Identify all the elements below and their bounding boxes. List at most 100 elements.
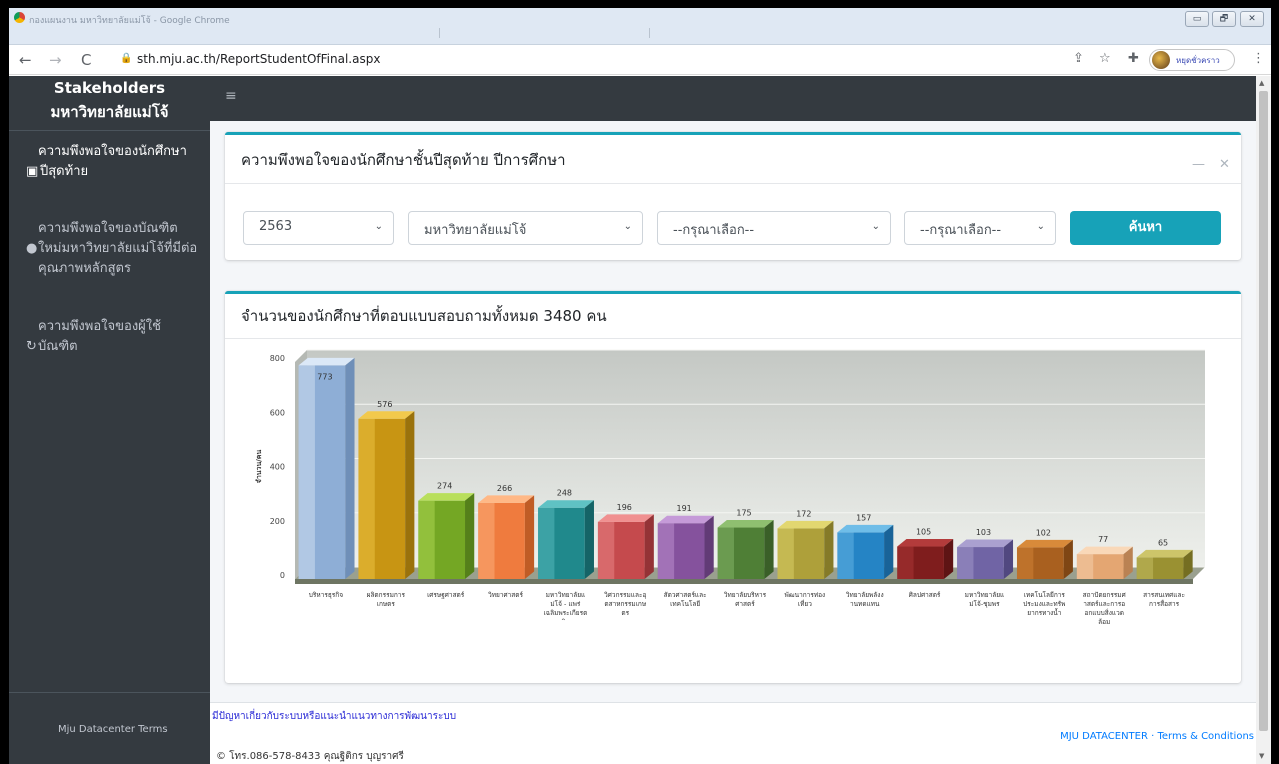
browser-menu-icon[interactable]: ⋮ [1252,51,1265,66]
reload-button[interactable]: C [81,51,91,69]
x-tick-label: เกษตร [377,600,396,608]
tab-separator [649,28,650,38]
bar-value-label: 77 [1098,535,1108,544]
maximize-window-button[interactable]: 🗗 [1212,11,1236,27]
bar-highlight [1136,557,1154,579]
share-icon[interactable]: ⇪ [1073,51,1084,66]
address-bar: ← → C 🔒 sth.mju.ac.th/ReportStudentOfFin… [9,46,1271,75]
avatar [1152,51,1170,69]
university-select[interactable]: มหาวิทยาลัยแม่โจ้ ⌄ [408,211,643,245]
filter-card-title: ความพึงพอใจของนักศึกษาชั้นปีสุดท้าย ปีกา… [241,151,566,169]
collapse-icon[interactable]: — [1192,157,1205,172]
filter-card: ความพึงพอใจของนักศึกษาชั้นปีสุดท้าย ปีกา… [225,132,1241,260]
x-tick-label: เศรษฐศาสตร์ [427,591,465,599]
sidebar-item-graduate-employers[interactable]: ความพึงพอใจของผู้ใช้ ↻ บัณฑิต [9,317,210,361]
x-tick-label: มหาวิทยาลัยแ [546,591,586,599]
x-tick-label: านทดแทน [850,600,880,608]
y-axis-label: จำนวน/คน [255,450,263,484]
x-tick-label: ผลิตกรรมการ [367,591,406,599]
tab-separator [439,28,440,38]
bar-highlight [777,528,794,579]
bar-highlight [478,502,495,579]
bar-top [957,539,1014,548]
chart-bar [358,411,415,579]
bar-highlight [418,500,435,579]
top-navbar: ≡ [210,76,1256,121]
chevron-down-icon: ⌄ [374,221,383,232]
close-window-button[interactable]: ✕ [1240,11,1264,27]
year-select[interactable]: 2563 ⌄ [243,211,394,245]
y-tick-label: 600 [270,408,285,417]
x-tick-label: เทคโนโลยี [670,600,700,608]
bar-highlight [897,546,914,579]
x-tick-label: ม่โจ้ - แพร่ [550,600,581,608]
chart-bar [418,493,475,579]
lock-icon[interactable]: 🔒 [120,53,132,64]
bar-side [345,357,355,579]
bar-top [777,520,834,529]
hamburger-menu-icon[interactable]: ≡ [225,88,237,104]
contact-text: © โทร.086-578-8433 คุณฐิติกร บุญราศรี [216,751,404,762]
scroll-up-icon[interactable]: ▲ [1259,79,1264,87]
bar-top [717,520,774,528]
sidebar-item-label: ปีสุดท้าย [40,164,89,179]
sidebar-footer-link[interactable]: Mju Datacenter Terms [58,724,168,735]
minimize-window-button[interactable]: ▭ [1185,11,1209,27]
x-tick-label: ตสาหกรรมเกษ [604,600,646,608]
y-tick-label: 200 [270,517,285,526]
chart-bar [777,520,834,579]
bar-top [298,357,355,366]
sidebar-item-final-year-students[interactable]: ความพึงพอใจของนักศึกษา ▣ ปีสุดท้าย [9,142,210,186]
feedback-link[interactable]: มีปัญหาเกี่ยวกับระบบหรือแนะนำแนวทางการพั… [212,709,456,724]
brand-logo[interactable]: Stakeholders มหาวิทยาลัยแม่โจ้ [9,76,210,131]
extensions-icon[interactable]: ✚ [1128,51,1139,66]
bar-value-label: 157 [856,513,871,522]
brand-line-1: Stakeholders [53,79,166,97]
x-tick-label: พัฒนาการท่อง [785,591,826,599]
profile-name: หยุดชั่วคราว [1176,56,1220,65]
bar-highlight [1076,554,1094,579]
x-tick-label: สถาปัตยกรรมศ [1083,591,1127,599]
x-tick-label: วิทยาลัยพลังง [845,591,883,599]
page-scrollbar[interactable]: ▲ ▼ [1256,76,1271,764]
bar-top [837,524,894,533]
x-tick-label: เทคโนโลยีการ [1024,591,1066,599]
scroll-down-icon[interactable]: ▼ [1259,752,1264,760]
forward-button[interactable]: → [49,51,62,69]
bar-top [657,515,714,524]
x-tick-label: เฉลิมพระเกียรต [543,609,587,617]
chrome-logo-icon [14,12,25,23]
chart-bar [1076,546,1133,579]
url-field[interactable]: sth.mju.ac.th/ReportStudentOfFinal.aspx [137,52,380,66]
x-tick-label: สารสนเทศและ [1143,591,1185,599]
close-icon[interactable]: ✕ [1219,157,1230,172]
x-tick-label: ศาสตร์ [735,600,755,608]
bookmark-star-icon[interactable]: ☆ [1099,51,1111,66]
faculty-select[interactable]: --กรุณาเลือก-- ⌄ [657,211,891,245]
bar-top [1136,549,1193,558]
profile-button[interactable]: หยุดชั่วคราว [1149,49,1235,71]
chart-bar [1136,549,1193,579]
bar-value-label: 105 [916,528,931,537]
scrollbar-thumb[interactable] [1259,91,1268,731]
chevron-down-icon: ⌄ [623,221,632,232]
bar-value-label: 172 [796,509,811,518]
sidebar-item-label: ใหม่มหาวิทยาลัยแม่โจ้ที่มีต่อ [38,241,198,256]
window-title: กองแผนงาน มหาวิทยาลัยแม่โจ้ - Google Chr… [29,16,230,26]
id-card-icon: ▣ [26,164,39,179]
browser-window: กองแผนงาน มหาวิทยาลัยแม่โจ้ - Google Chr… [9,8,1271,764]
back-button[interactable]: ← [19,51,32,69]
program-select[interactable]: --กรุณาเลือก-- ⌄ [904,211,1056,245]
sidebar: Stakeholders มหาวิทยาลัยแม่โจ้ ความพึงพอ… [9,76,210,764]
x-tick-label: มหาวิทยาลัยแ [965,591,1005,599]
x-tick-label: สัตวศาสตร์และ [664,591,707,599]
footer-links[interactable]: MJU DATACENTER · Terms & Conditions [1060,731,1254,742]
sidebar-item-new-graduates[interactable]: ความพึงพอใจของบัณฑิต ● ใหม่มหาวิทยาลัยแม… [9,219,210,283]
x-tick-label: ศิลปศาสตร์ [909,591,941,599]
bar-highlight [717,527,734,579]
sidebar-footer: Mju Datacenter Terms [9,692,210,764]
sidebar-item-label: คุณภาพหลักสูตร [38,261,131,276]
bar-side [884,524,894,579]
search-button[interactable]: ค้นหา [1070,211,1221,245]
page-footer: มีปัญหาเกี่ยวกับระบบหรือแนะนำแนวทางการพั… [210,702,1256,764]
